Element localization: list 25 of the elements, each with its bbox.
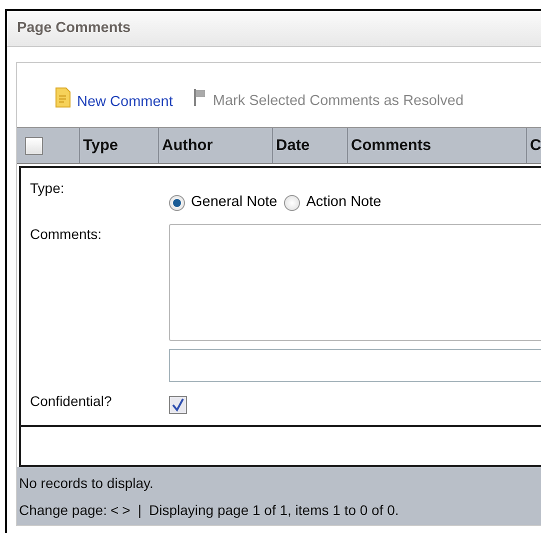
confidential-checkbox[interactable]: [169, 396, 187, 414]
flag-icon: [192, 88, 207, 106]
separator: |: [138, 500, 142, 520]
document-icon: [55, 86, 71, 108]
radio-option[interactable]: Action Note: [284, 192, 382, 214]
field-label: Confidential?: [29, 392, 113, 411]
input-field[interactable]: [169, 348, 541, 382]
column-header[interactable]: C: [527, 128, 541, 163]
next-page-link[interactable]: >: [122, 500, 130, 521]
previous-page-link[interactable]: <: [110, 500, 119, 521]
new-comment-button[interactable]: New Comment: [55, 86, 173, 114]
radio-button[interactable]: [169, 194, 185, 211]
no-records-message: No records to display.: [19, 474, 154, 493]
radio-button[interactable]: [284, 194, 300, 211]
radio-option[interactable]: General Note: [169, 192, 278, 214]
field-label: Type:: [29, 179, 66, 198]
select-all-checkbox[interactable]: [25, 136, 43, 154]
pager-status: Displaying page 1 of 1, items 1 to 0 of 0.: [148, 500, 399, 520]
column-header[interactable]: Type: [80, 128, 159, 163]
column-header[interactable]: Author: [159, 128, 273, 163]
column-header[interactable]: Date: [273, 128, 348, 163]
window-title: Page Comments: [17, 18, 131, 38]
field-label: Comments:: [29, 224, 103, 244]
column-header[interactable]: Comments: [348, 128, 527, 163]
pager-label: Change page:: [19, 500, 107, 520]
